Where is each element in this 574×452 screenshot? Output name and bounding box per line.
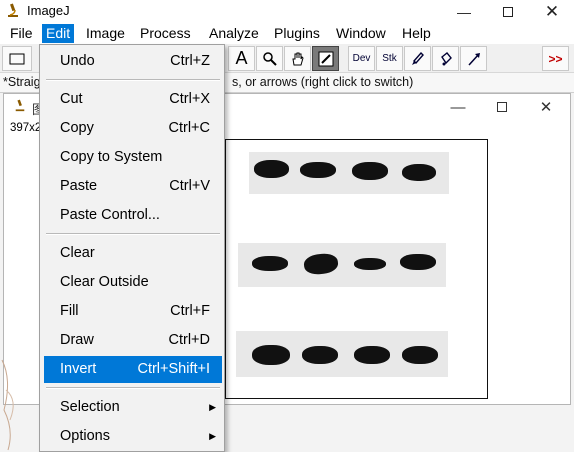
magnifier-icon (262, 51, 277, 66)
menu-plugins[interactable]: Plugins (270, 24, 324, 43)
hand-tool[interactable] (284, 46, 311, 71)
more-tools-button[interactable]: >> (542, 46, 569, 71)
menu-window[interactable]: Window (332, 24, 390, 43)
close-icon: ✕ (544, 1, 560, 21)
text-icon: A (235, 48, 248, 68)
bucket-icon (440, 51, 452, 65)
blot-band (400, 254, 436, 270)
menu-item-cut[interactable]: Cut Ctrl+X (44, 86, 222, 113)
menu-item-fill[interactable]: Fill Ctrl+F (44, 298, 222, 325)
minimize-icon: — (450, 98, 466, 116)
menu-file[interactable]: File (6, 24, 37, 43)
maximize-button[interactable] (486, 0, 530, 23)
menu-edit[interactable]: Edit (42, 24, 75, 43)
maximize-icon (503, 6, 513, 17)
image-info: 397x2 (10, 122, 42, 134)
blot-band (354, 258, 386, 270)
window-title: ImageJ (27, 3, 70, 18)
menu-item-clear[interactable]: Clear (44, 240, 222, 267)
menu-help[interactable]: Help (398, 24, 435, 43)
blot-band (354, 346, 390, 364)
menu-process[interactable]: Process (136, 24, 195, 43)
brush-tool[interactable] (404, 46, 431, 71)
status-text-suffix: s, or arrows (right click to switch) (232, 75, 414, 89)
rectangle-icon (9, 53, 25, 64)
blot-band (402, 164, 436, 181)
title-bar: ImageJ — ✕ (0, 0, 574, 23)
menu-item-copy[interactable]: Copy Ctrl+C (44, 115, 222, 142)
eyedropper-icon (318, 51, 333, 66)
dev-menu-tool[interactable]: Dev (348, 46, 375, 71)
text-tool[interactable]: A (228, 46, 255, 71)
menu-item-draw[interactable]: Draw Ctrl+D (44, 327, 222, 354)
blot-band (252, 345, 290, 365)
microscope-icon (8, 3, 18, 17)
menu-separator (46, 387, 220, 389)
minimize-icon: — (457, 3, 471, 20)
background-decoration (1, 359, 14, 451)
brush-icon (411, 51, 424, 65)
blot-band (302, 346, 338, 364)
imagej-app: ImageJ — ✕ File Edit Image Process Analy… (0, 0, 574, 452)
menu-item-clear-outside[interactable]: Clear Outside (44, 269, 222, 296)
menu-image[interactable]: Image (82, 24, 129, 43)
flood-fill-tool[interactable] (432, 46, 459, 71)
close-icon: ✕ (539, 99, 553, 116)
arrow-tool[interactable] (460, 46, 487, 71)
menu-separator (46, 79, 220, 81)
image-close-button[interactable]: ✕ (524, 94, 568, 120)
status-text-prefix: *Straig (3, 75, 41, 89)
color-picker-tool[interactable] (312, 46, 339, 71)
menu-analyze[interactable]: Analyze (205, 24, 263, 43)
blot-band (352, 162, 388, 180)
menu-item-paste[interactable]: Paste Ctrl+V (44, 173, 222, 200)
menu-item-options[interactable]: Options ▶ (44, 423, 222, 450)
minimize-button[interactable]: — (442, 0, 486, 23)
magnifier-tool[interactable] (256, 46, 283, 71)
blot-band (252, 256, 288, 271)
menu-item-invert[interactable]: Invert Ctrl+Shift+I (44, 356, 222, 383)
more-icon: >> (548, 51, 563, 66)
stk-label: Stk (382, 53, 397, 64)
microscope-icon (15, 99, 25, 112)
edit-menu-dropdown: Undo Ctrl+Z Cut Ctrl+X Copy Ctrl+C Copy … (39, 44, 225, 452)
menu-item-selection[interactable]: Selection ▶ (44, 394, 222, 421)
close-button[interactable]: ✕ (530, 0, 574, 23)
rectangle-tool[interactable] (2, 46, 32, 71)
menu-item-undo[interactable]: Undo Ctrl+Z (44, 48, 222, 75)
blot-band (300, 162, 336, 178)
menu-item-copy-to-system[interactable]: Copy to System (44, 144, 222, 171)
maximize-icon (497, 102, 507, 112)
submenu-arrow-icon: ▶ (209, 402, 216, 412)
image-maximize-button[interactable] (480, 94, 524, 120)
menu-separator (46, 233, 220, 235)
blot-band (402, 346, 438, 364)
dev-label: Dev (352, 53, 371, 64)
blot-band (254, 160, 289, 178)
image-minimize-button[interactable]: — (436, 94, 480, 120)
image-canvas[interactable] (225, 139, 488, 399)
submenu-arrow-icon: ▶ (209, 431, 216, 441)
menu-item-paste-control[interactable]: Paste Control... (44, 202, 222, 229)
hand-icon (291, 52, 304, 65)
stk-menu-tool[interactable]: Stk (376, 46, 403, 71)
arrow-line-icon (467, 52, 480, 66)
menu-bar: File Edit Image Process Analyze Plugins … (0, 23, 574, 44)
